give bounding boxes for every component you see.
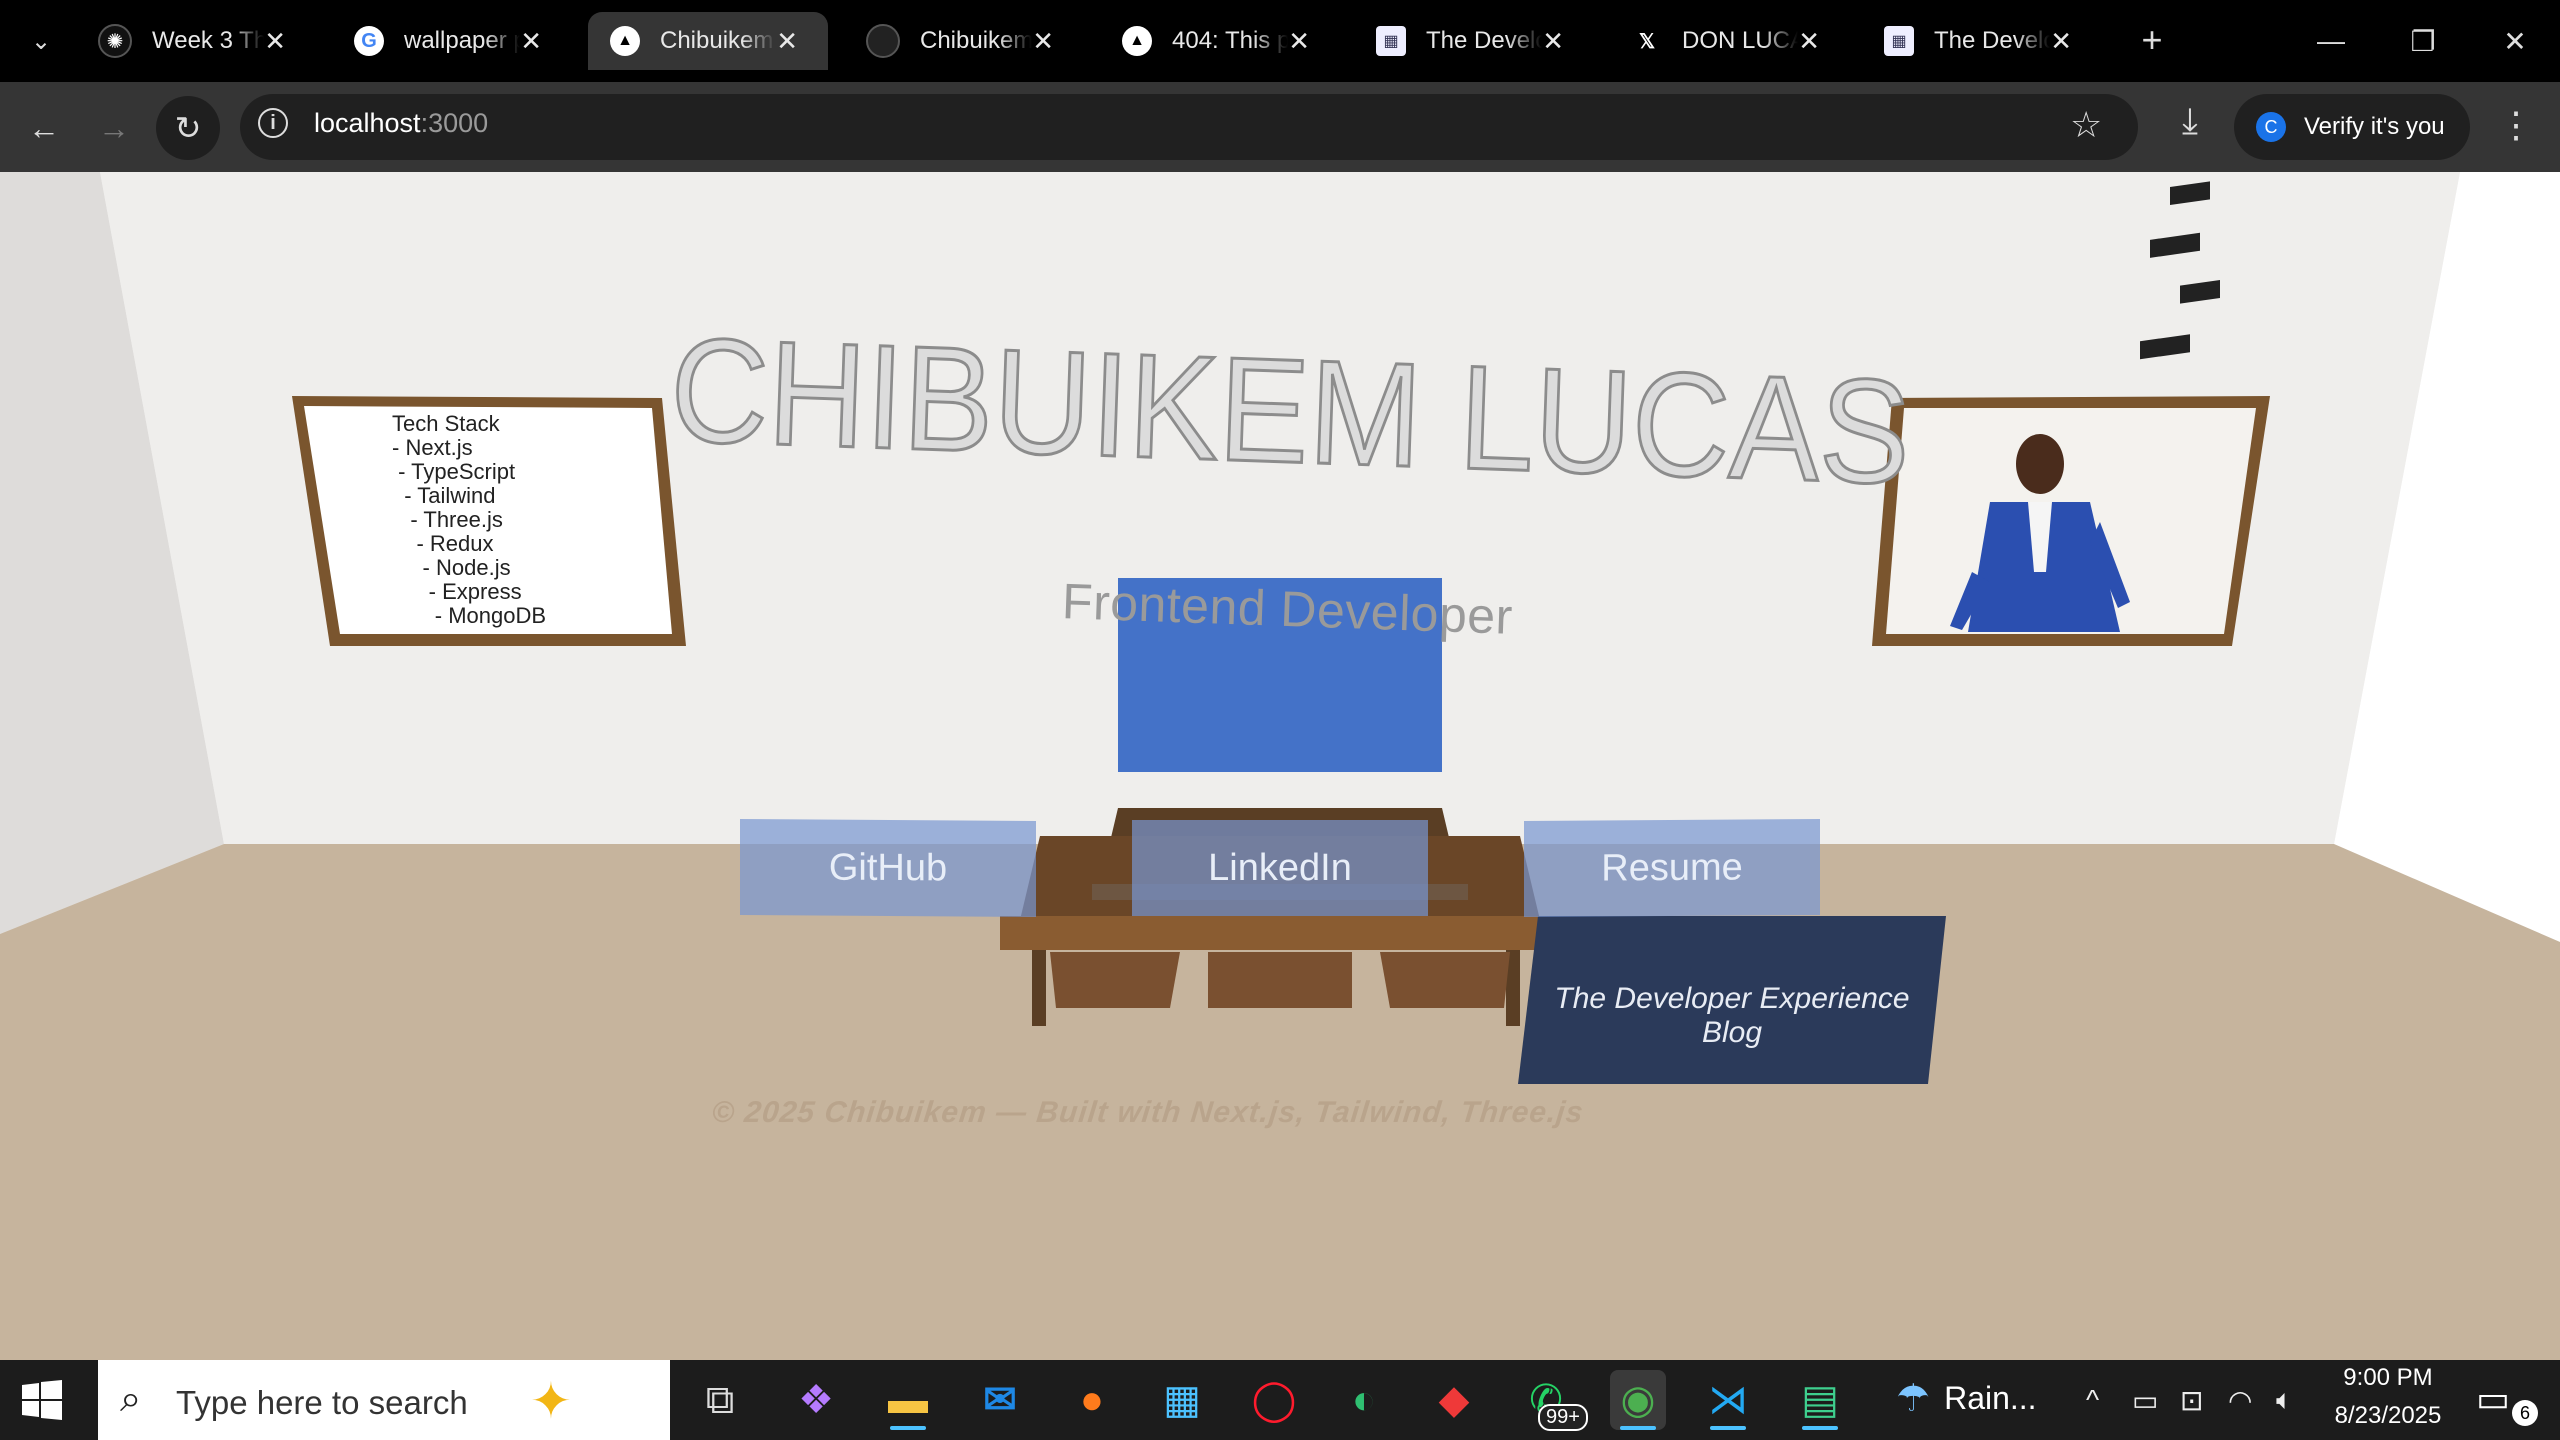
- vercel-icon: ▲: [610, 26, 640, 56]
- opera-icon[interactable]: ◯: [1246, 1370, 1302, 1430]
- vscode-icon[interactable]: ⋊: [1700, 1370, 1756, 1430]
- tab-developer-blog[interactable]: ▦ The Develo ✕: [1354, 12, 1594, 70]
- verify-profile-button[interactable]: C Verify it's you: [2234, 94, 2470, 160]
- vercel-icon: ▲: [1122, 26, 1152, 56]
- file-explorer-icon[interactable]: ▬: [880, 1370, 936, 1430]
- task-view-icon[interactable]: ⧉: [692, 1370, 748, 1430]
- close-icon[interactable]: ✕: [2050, 26, 2072, 57]
- tab-title: The Develo: [1934, 27, 2050, 54]
- active-indicator: [1620, 1426, 1656, 1430]
- verify-label: Verify it's you: [2304, 113, 2445, 140]
- tab-title: The Develo: [1426, 27, 1542, 54]
- new-tab-button[interactable]: +: [2132, 19, 2172, 60]
- download-icon[interactable]: ⤓: [2166, 100, 2214, 143]
- close-icon[interactable]: ✕: [1542, 26, 1564, 57]
- active-indicator: [1802, 1426, 1838, 1430]
- close-icon[interactable]: ✕: [1288, 26, 1310, 57]
- whatsapp-unread-badge: 99+: [1538, 1404, 1588, 1431]
- tab-title: Chibuikem: [660, 27, 774, 54]
- windows-start-icon[interactable]: [22, 1380, 62, 1420]
- x-icon: 𝕏: [1632, 26, 1662, 56]
- resume-button[interactable]: Resume: [1524, 818, 1820, 918]
- linkedin-button[interactable]: LinkedIn: [1132, 820, 1428, 916]
- tab-title: Week 3 The: [152, 27, 265, 54]
- blog-icon: ▦: [1376, 26, 1406, 56]
- search-input[interactable]: Type here to search: [176, 1384, 468, 1422]
- google-icon: G: [354, 26, 384, 56]
- wifi-icon[interactable]: ◠: [2228, 1384, 2252, 1417]
- reload-button[interactable]: ↻: [156, 96, 220, 160]
- tab-chibuikem-active[interactable]: ▲ Chibuikem ✕: [588, 12, 828, 70]
- notifications-icon[interactable]: ▭: [2476, 1378, 2510, 1420]
- umbrella-rain-icon: ☂: [1896, 1378, 1931, 1420]
- chevron-down-icon: ⌄: [30, 27, 52, 55]
- microsoft-store-icon[interactable]: ▦: [1154, 1370, 1210, 1430]
- tab-search-button[interactable]: ⌄: [20, 20, 62, 62]
- url-host: localhost: [314, 108, 421, 138]
- notification-count-badge: 6: [2512, 1400, 2538, 1426]
- restore-button[interactable]: ❐: [2388, 14, 2458, 68]
- meet-now-icon[interactable]: ⊡: [2180, 1384, 2203, 1417]
- tab-chibuikem-github[interactable]: Chibuikem ✕: [844, 12, 1084, 70]
- tab-title: 404: This p: [1172, 27, 1288, 54]
- clock-date[interactable]: 8/23/2025: [2326, 1402, 2450, 1430]
- close-icon[interactable]: ✕: [264, 26, 286, 57]
- blog-icon: ▦: [1884, 26, 1914, 56]
- site-info-icon[interactable]: i: [258, 108, 288, 138]
- active-indicator: [1710, 1426, 1746, 1430]
- tab-title: wallpaper p: [404, 27, 520, 54]
- search-icon: ⌕: [120, 1378, 142, 1420]
- chrome-icon[interactable]: ◉: [1610, 1370, 1666, 1430]
- minimize-button[interactable]: —: [2296, 14, 2366, 68]
- tab-wallpaper[interactable]: G wallpaper p ✕: [332, 12, 572, 70]
- address-bar[interactable]: [240, 94, 2138, 160]
- url-port: :3000: [420, 108, 489, 138]
- firefox-icon[interactable]: ●: [1064, 1370, 1120, 1430]
- tab-404[interactable]: ▲ 404: This p ✕: [1100, 12, 1340, 70]
- close-icon[interactable]: ✕: [1798, 26, 1820, 57]
- battery-icon[interactable]: ▭: [2132, 1384, 2158, 1417]
- avatar: C: [2256, 112, 2286, 142]
- tab-title: DON LUCA: [1682, 27, 1798, 54]
- vivaldi-icon[interactable]: ◆: [1426, 1370, 1482, 1430]
- footer-text: © 2025 Chibuikem — Built with Next.js, T…: [710, 1096, 1586, 1129]
- openai-icon: ✺: [98, 24, 132, 58]
- clock-time[interactable]: 9:00 PM: [2340, 1364, 2436, 1392]
- tech-stack-list: Tech Stack - Next.js - TypeScript - Tail…: [392, 411, 547, 628]
- window-close-button[interactable]: ✕: [2480, 14, 2550, 68]
- active-indicator: [890, 1426, 926, 1430]
- url-text[interactable]: localhost:3000: [314, 108, 488, 139]
- weather-label: Rain...: [1944, 1380, 2037, 1416]
- copilot-icon[interactable]: ❖: [788, 1370, 844, 1430]
- close-icon[interactable]: ✕: [520, 26, 542, 57]
- notes-app-icon[interactable]: ▤: [1792, 1370, 1848, 1430]
- chevron-up-icon[interactable]: ^: [2086, 1384, 2099, 1416]
- close-icon[interactable]: ✕: [1032, 26, 1054, 57]
- tab-week3[interactable]: ✺ Week 3 The ✕: [76, 12, 316, 70]
- blog-link[interactable]: The Developer Experience Blog: [1526, 982, 1938, 1050]
- github-icon: [866, 24, 900, 58]
- back-button[interactable]: ←: [20, 104, 68, 152]
- github-button[interactable]: GitHub: [740, 818, 1036, 918]
- room-scene: CHIBUIKEM LUCAS: [0, 172, 2560, 1360]
- tab-developer-blog-2[interactable]: ▦ The Develo ✕: [1862, 12, 2102, 70]
- copilot-sparkle-icon[interactable]: ✦: [530, 1372, 572, 1430]
- close-icon[interactable]: ✕: [776, 26, 798, 57]
- bookmark-star-icon[interactable]: ☆: [2070, 104, 2102, 146]
- weather-widget[interactable]: ☂ Rain...: [1896, 1376, 2037, 1421]
- portfolio-3d-room: CHIBUIKEM LUCAS Tech Stack - Next.js - T…: [0, 172, 2560, 1360]
- forward-button[interactable]: →: [90, 104, 138, 152]
- whatsapp-icon[interactable]: ✆ 99+: [1518, 1370, 1588, 1431]
- tab-don-luca[interactable]: 𝕏 DON LUCA ✕: [1610, 12, 1850, 70]
- tab-title: Chibuikem: [920, 27, 1033, 54]
- outlook-icon[interactable]: ✉: [972, 1370, 1028, 1430]
- speaker-icon[interactable]: 🔈︎: [2276, 1384, 2293, 1417]
- kebab-menu-icon[interactable]: ⋮: [2496, 104, 2536, 146]
- edge-icon[interactable]: ◐: [1336, 1370, 1392, 1430]
